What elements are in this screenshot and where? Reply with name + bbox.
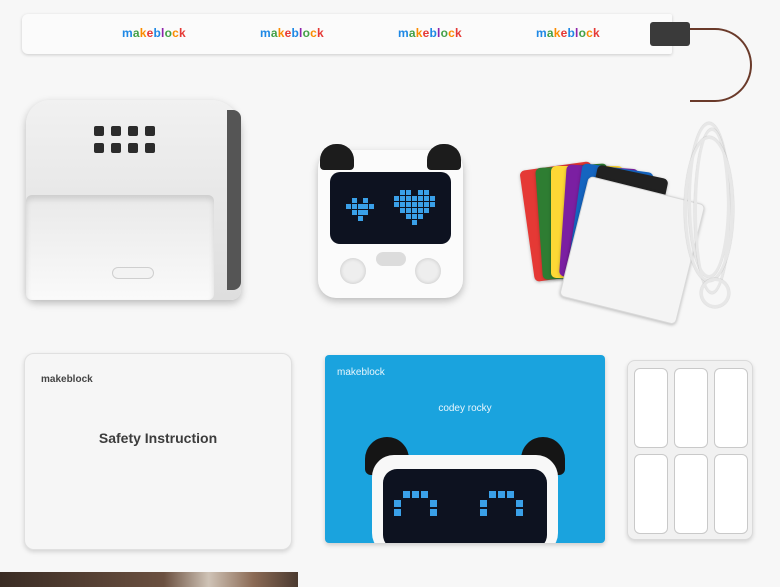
robot-ear-right: [427, 144, 461, 170]
device-tray: [26, 195, 214, 300]
sticker-label: [714, 454, 748, 534]
device-side-panel: [227, 110, 241, 290]
sticker-label: [634, 368, 668, 448]
lanyard-clip: [650, 22, 690, 46]
guide-robot-screen: [383, 469, 547, 543]
robot-knob-left: [340, 258, 366, 284]
codey-robot: [318, 144, 463, 298]
guide-logo: makeblock: [337, 367, 385, 378]
lanyard-brand-4: makeblock: [536, 26, 600, 40]
lanyard-cord: [690, 28, 752, 102]
booklet-logo: makeblock: [41, 374, 93, 385]
robot-screen: [330, 172, 451, 244]
pixel-eyes-icon: [394, 491, 523, 516]
device-base: [26, 100, 241, 300]
sticker-label: [634, 454, 668, 534]
guide-title: codey rocky: [438, 403, 492, 414]
sticker-label: [674, 454, 708, 534]
lanyard-brand-2: makeblock: [260, 26, 324, 40]
quick-start-card: makeblock codey rocky: [325, 355, 605, 543]
sticker-sheet: [627, 360, 753, 540]
usb-cable: [680, 118, 744, 308]
sticker-label: [714, 368, 748, 448]
device-button: [112, 267, 154, 279]
safety-booklet: makeblock Safety Instruction: [24, 353, 292, 550]
robot-knob-right: [415, 258, 441, 284]
heart-eyes-icon: [346, 190, 435, 225]
robot-speaker: [376, 252, 406, 266]
lanyard-brand-1: makeblock: [122, 26, 186, 40]
bottom-photo-strip: [0, 572, 298, 587]
booklet-title: Safety Instruction: [98, 430, 218, 446]
lanyard-brand-3: makeblock: [398, 26, 462, 40]
color-cards: [519, 150, 706, 326]
device-vent-holes: [94, 126, 164, 153]
lanyard-strap: makeblock makeblock makeblock makeblock: [22, 14, 672, 54]
robot-ear-left: [320, 144, 354, 170]
sticker-label: [674, 368, 708, 448]
